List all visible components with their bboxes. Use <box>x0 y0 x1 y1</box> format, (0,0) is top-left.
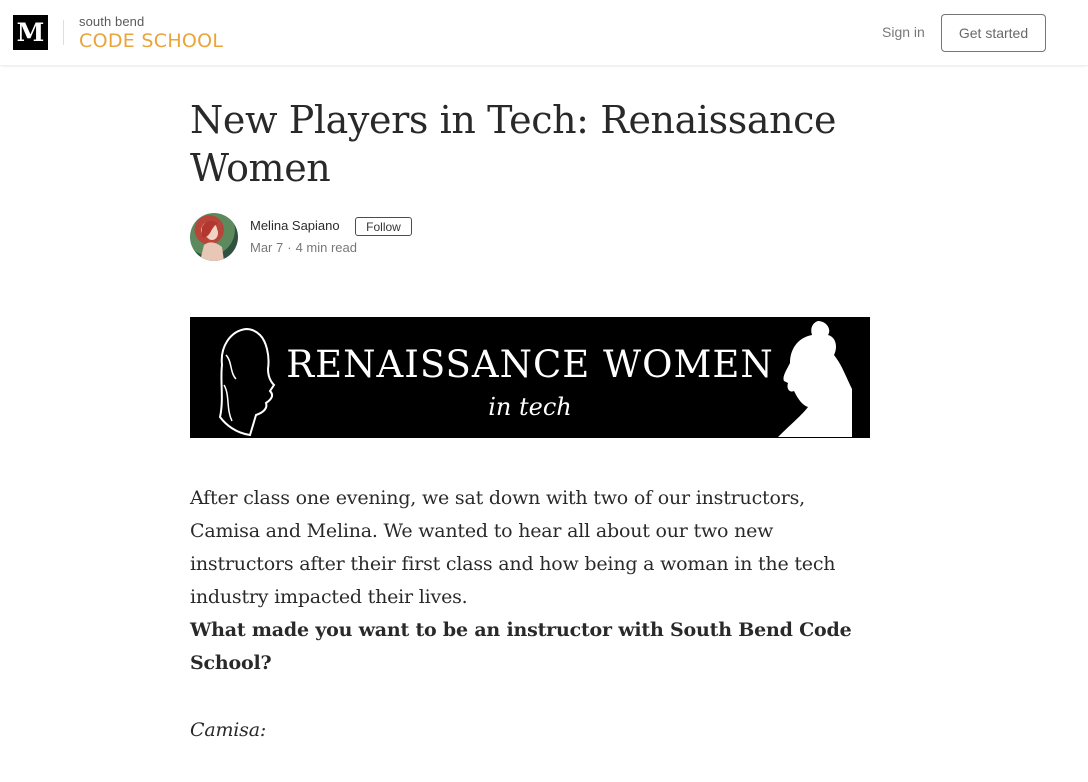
banner-title: RENAISSANCE WOMEN <box>286 343 774 386</box>
publish-date[interactable]: Mar 7 <box>250 240 283 255</box>
speaker-label: Camisa: <box>190 719 267 741</box>
publication-logo[interactable]: south bend CODE SCHOOL <box>79 14 223 52</box>
article-banner-image: RENAISSANCE WOMEN in tech <box>190 317 870 438</box>
get-started-button[interactable]: Get started <box>941 14 1046 52</box>
read-time: 4 min read <box>295 240 357 255</box>
sign-in-link[interactable]: Sign in <box>882 24 925 40</box>
author-name-link[interactable]: Melina Sapiano <box>250 218 340 233</box>
question-heading: What made you want to be an instructor w… <box>190 619 852 674</box>
author-avatar[interactable] <box>190 213 238 261</box>
publication-logo-big-text: CODE SCHOOL <box>79 30 224 52</box>
intro-paragraph: After class one evening, we sat down wit… <box>190 487 836 608</box>
article-title: New Players in Tech: Renaissance Women <box>190 98 837 190</box>
woman-silhouette-right-icon <box>778 321 852 437</box>
publication-logo-small-text: south bend <box>79 14 145 29</box>
follow-button[interactable]: Follow <box>355 217 412 236</box>
avatar-portrait-icon <box>200 220 224 261</box>
top-navigation-bar: M south bend CODE SCHOOL Sign in Get sta… <box>0 0 1088 66</box>
medium-logo-letter: M <box>16 18 45 47</box>
meta-separator: · <box>287 240 292 255</box>
medium-logo-icon[interactable]: M <box>13 15 48 50</box>
banner-subtitle: in tech <box>488 393 572 421</box>
article-meta: Mar 7 · 4 min read <box>250 240 357 255</box>
logo-divider <box>63 20 64 45</box>
